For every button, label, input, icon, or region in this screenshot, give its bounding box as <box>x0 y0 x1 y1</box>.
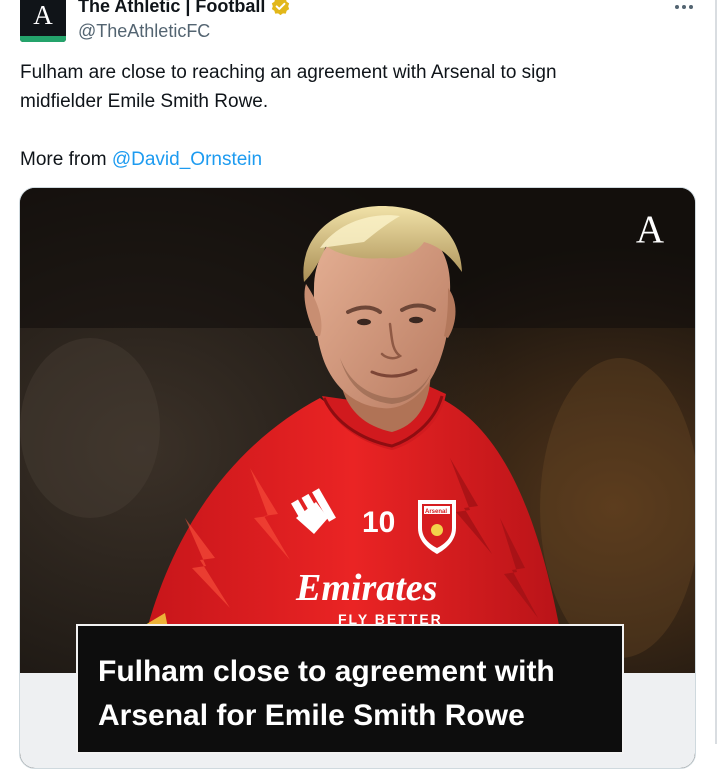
athletic-logo: A <box>635 208 665 251</box>
more-from-label: More from <box>20 149 112 170</box>
svg-text:10: 10 <box>362 506 395 539</box>
headline-line: Fulham close to agreement with <box>98 655 555 688</box>
headline-text: Fulham close to agreement with Arsenal f… <box>98 650 608 738</box>
more-options-button[interactable] <box>666 0 702 14</box>
more-from-line: More from @David_Ornstein <box>20 145 660 174</box>
svg-text:Arsenal: Arsenal <box>425 509 447 515</box>
handle[interactable]: @TheAthleticFC <box>78 20 638 42</box>
tweet-card[interactable]: A The Athletic | Football @TheAthleticFC… <box>0 0 715 769</box>
avatar-accent-stripe <box>20 36 66 42</box>
tweet-text: Fulham are close to reaching an agreemen… <box>20 58 660 174</box>
tweet-text-line: Fulham are close to reaching an agreemen… <box>20 62 557 83</box>
headline-overlay: Fulham close to agreement with Arsenal f… <box>76 624 624 754</box>
verified-gold-icon <box>272 0 290 15</box>
avatar-logo: A <box>33 0 53 30</box>
tweet-header: The Athletic | Football @TheAthleticFC <box>78 0 638 42</box>
tweet-text-line: midfielder Emile Smith Rowe. <box>20 91 269 112</box>
more-icon-dot <box>682 5 686 9</box>
avatar[interactable]: A <box>20 0 66 42</box>
more-icon-dot <box>689 5 693 9</box>
display-name-row: The Athletic | Football <box>78 0 638 17</box>
headline-line: Arsenal for Emile Smith Rowe <box>98 699 525 732</box>
media-image[interactable]: 10 Arsenal Emirates FLY BETTER A Fulham … <box>19 187 696 769</box>
more-icon <box>675 5 679 9</box>
svg-text:Emirates: Emirates <box>295 567 437 609</box>
display-name[interactable]: The Athletic | Football <box>78 0 265 17</box>
mention-link[interactable]: @David_Ornstein <box>112 149 262 170</box>
